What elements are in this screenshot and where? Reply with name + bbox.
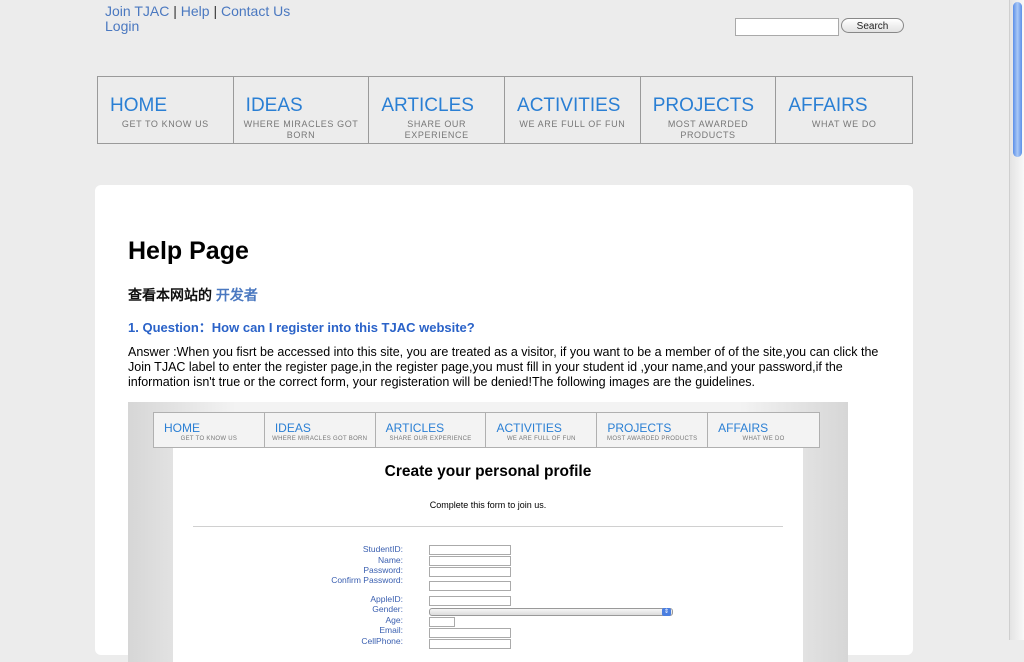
field-label: Confirm Password: (331, 574, 403, 585)
nav-title: ARTICLES (381, 95, 474, 116)
field-label: Gender: (372, 604, 403, 614)
screenshot-nav-title: IDEAS (274, 421, 311, 435)
screenshot-nav-subtitle: WHERE MIRACLES GOT BORN (272, 436, 368, 442)
screenshot-nav-item: ACTIVITIES WE ARE FULL OF FUN (486, 413, 598, 447)
nav-subtitle: WE ARE FULL OF FUN (519, 119, 626, 129)
field-label: Password: (363, 565, 403, 575)
screenshot-field (429, 617, 455, 627)
field-label: Name: (377, 554, 403, 565)
screenshot-nav-item: HOME GET TO KNOW US (154, 413, 265, 447)
vertical-scrollbar[interactable] (1009, 0, 1024, 640)
screenshot-nav-subtitle: WE ARE FULL OF FUN (506, 436, 576, 442)
screenshot-field (429, 639, 511, 649)
faq-question: 1. Question：How can I register into this… (128, 320, 475, 335)
field-label: CellPhone: (361, 635, 403, 646)
screenshot-nav-title: ACTIVITIES (496, 421, 562, 435)
developer-link[interactable]: 开发者 (216, 287, 258, 303)
screenshot-nav-item: AFFAIRS WHAT WE DO (708, 413, 819, 447)
developer-line: 查看本网站的 开发者 (128, 285, 258, 305)
screenshot-gender-select: ⇕ (429, 608, 673, 616)
screenshot-nav-subtitle: MOST AWARDED PRODUCTS (607, 436, 698, 442)
page-title: Help Page (128, 237, 249, 265)
divider (193, 526, 783, 527)
screenshot-field (429, 567, 511, 577)
scrollbar-thumb[interactable] (1013, 2, 1022, 157)
nav-item-activities[interactable]: ACTIVITIES WE ARE FULL OF FUN (505, 77, 641, 143)
nav-subtitle: GET TO KNOW US (121, 119, 209, 129)
screenshot-form-title: Create your personal profile (384, 463, 592, 480)
screenshot-nav-title: AFFAIRS (718, 421, 769, 435)
nav-title: IDEAS (245, 95, 303, 116)
chevron-updown-icon: ⇕ (662, 608, 671, 616)
nav-title: PROJECTS (652, 95, 755, 116)
help-link[interactable]: Help (181, 3, 210, 19)
screenshot-nav-subtitle: SHARE OUR EXPERIENCE (389, 436, 472, 442)
search-input[interactable] (735, 18, 839, 36)
screenshot-nav-item: ARTICLES SHARE OUR EXPERIENCE (376, 413, 487, 447)
nav-item-home[interactable]: HOME GET TO KNOW US (98, 77, 234, 143)
nav-item-ideas[interactable]: IDEAS WHERE MIRACLES GOT BORN (234, 77, 370, 143)
screenshot-field (429, 581, 511, 591)
top-links: Join TJAC | Help | Contact Us Login (105, 4, 290, 34)
screenshot-field (429, 628, 511, 638)
screenshot-nav: HOME GET TO KNOW US IDEAS WHERE MIRACLES… (153, 412, 820, 448)
nav-item-affairs[interactable]: AFFAIRS WHAT WE DO (776, 77, 912, 143)
field-label: Age: (385, 614, 404, 625)
screenshot-nav-title: HOME (164, 421, 200, 435)
main-nav: HOME GET TO KNOW US IDEAS WHERE MIRACLES… (97, 76, 913, 144)
guideline-screenshot: HOME GET TO KNOW US IDEAS WHERE MIRACLES… (128, 402, 848, 662)
screenshot-field (429, 596, 511, 606)
login-link[interactable]: Login (105, 18, 139, 34)
screenshot-form-subtitle: Complete this form to join us. (429, 500, 547, 510)
developer-text: 查看本网站的 (128, 287, 212, 303)
field-label: Email: (379, 625, 403, 635)
screenshot-nav-title: ARTICLES (385, 421, 445, 435)
nav-subtitle: WHAT WE DO (811, 119, 877, 129)
screenshot-field (429, 556, 511, 566)
field-label: AppleID: (370, 593, 403, 604)
join-tjac-link[interactable]: Join TJAC (105, 3, 169, 19)
nav-item-projects[interactable]: PROJECTS MOST AWARDED PRODUCTS (641, 77, 777, 143)
screenshot-nav-title: PROJECTS (607, 421, 672, 435)
screenshot-field (429, 545, 511, 555)
screenshot-form-labels: StudentID: Name: Password: Confirm Passw… (283, 544, 403, 646)
nav-subtitle: WHERE MIRACLES GOT BORN (243, 119, 359, 140)
screenshot-nav-subtitle: WHAT WE DO (742, 436, 785, 442)
content-panel: Help Page 查看本网站的 开发者 1. Question：How can… (95, 185, 913, 662)
nav-title: HOME (110, 95, 167, 116)
link-separator: | (173, 3, 177, 19)
screenshot-nav-item: PROJECTS MOST AWARDED PRODUCTS (597, 413, 709, 447)
nav-title: AFFAIRS (788, 95, 868, 116)
search-button[interactable]: Search (841, 18, 904, 33)
link-separator: | (213, 3, 218, 19)
contact-us-link[interactable]: Contact Us (221, 3, 290, 19)
screenshot-nav-subtitle: GET TO KNOW US (180, 436, 238, 442)
screenshot-form: Create your personal profile Complete th… (173, 448, 803, 662)
nav-title: ACTIVITIES (517, 95, 621, 116)
nav-subtitle: MOST AWARDED PRODUCTS (667, 119, 749, 140)
field-label: StudentID: (362, 544, 403, 554)
nav-item-articles[interactable]: ARTICLES SHARE OUR EXPERIENCE (369, 77, 506, 143)
screenshot-nav-item: IDEAS WHERE MIRACLES GOT BORN (265, 413, 376, 447)
faq-answer: Answer :When you fisrt be accessed into … (128, 345, 879, 389)
nav-subtitle: SHARE OUR EXPERIENCE (404, 119, 469, 140)
